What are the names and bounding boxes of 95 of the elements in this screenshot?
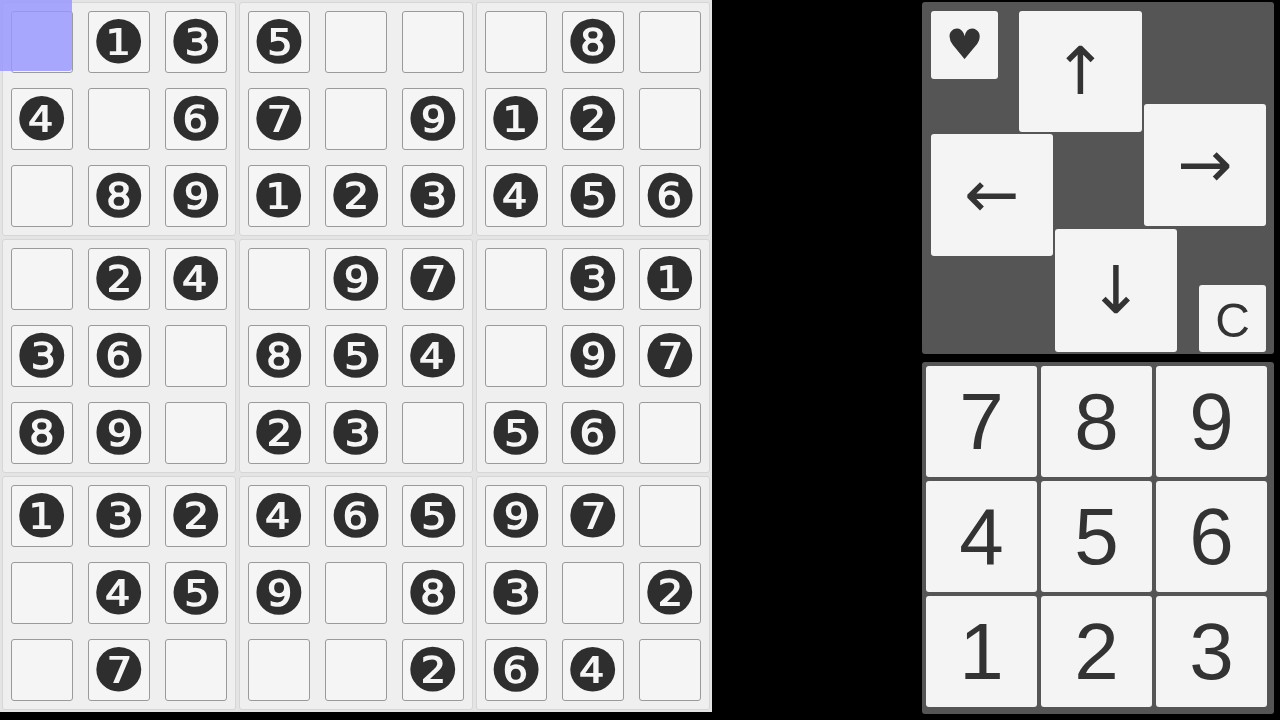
digit-key[interactable]: 9 xyxy=(1156,366,1267,477)
sudoku-cell[interactable]: ❽ xyxy=(88,165,150,227)
sudoku-cell[interactable] xyxy=(325,562,387,624)
sudoku-cell[interactable]: ❾ xyxy=(88,402,150,464)
sudoku-cell[interactable] xyxy=(165,639,227,701)
sudoku-cell[interactable] xyxy=(639,639,701,701)
sudoku-cell[interactable]: ❸ xyxy=(402,165,464,227)
sudoku-cell[interactable]: ❹ xyxy=(11,88,73,150)
sudoku-cell[interactable]: ❷ xyxy=(165,485,227,547)
left-arrow-key[interactable]: ← xyxy=(931,134,1053,256)
digit-key[interactable]: 7 xyxy=(926,366,1037,477)
sudoku-cell[interactable]: ❸ xyxy=(88,485,150,547)
sudoku-cell[interactable]: ❷ xyxy=(402,639,464,701)
sudoku-cell[interactable]: ❼ xyxy=(562,485,624,547)
sudoku-cell[interactable]: ❹ xyxy=(485,165,547,227)
digit-key[interactable]: 6 xyxy=(1156,481,1267,592)
sudoku-cell[interactable]: ❺ xyxy=(325,325,387,387)
c-key[interactable]: C xyxy=(1199,285,1266,352)
sudoku-cell[interactable]: ❹ xyxy=(248,485,310,547)
sudoku-cell[interactable] xyxy=(11,248,73,310)
down-arrow-key[interactable]: ↓ xyxy=(1055,229,1177,352)
sudoku-cell[interactable]: ❶ xyxy=(88,11,150,73)
sudoku-cell[interactable]: ❻ xyxy=(562,402,624,464)
sudoku-cell[interactable] xyxy=(165,325,227,387)
sudoku-cell[interactable]: ❶ xyxy=(248,165,310,227)
sudoku-cell[interactable] xyxy=(248,248,310,310)
sudoku-cell[interactable] xyxy=(165,402,227,464)
sudoku-cell[interactable]: ❻ xyxy=(325,485,387,547)
sudoku-cell[interactable]: ❶ xyxy=(639,248,701,310)
sudoku-cell[interactable]: ❽ xyxy=(248,325,310,387)
digit-key[interactable]: 8 xyxy=(1041,366,1152,477)
sudoku-cell[interactable]: ❷ xyxy=(325,165,387,227)
sudoku-cell[interactable]: ❽ xyxy=(562,11,624,73)
sudoku-cell[interactable] xyxy=(11,639,73,701)
sudoku-cell[interactable]: ❽ xyxy=(11,402,73,464)
sudoku-cell[interactable]: ❷ xyxy=(639,562,701,624)
sudoku-cell[interactable] xyxy=(248,639,310,701)
sudoku-cell[interactable] xyxy=(325,88,387,150)
sudoku-cell[interactable] xyxy=(402,402,464,464)
sudoku-cell[interactable]: ❹ xyxy=(165,248,227,310)
sudoku-cell[interactable] xyxy=(639,402,701,464)
sudoku-cell[interactable] xyxy=(639,485,701,547)
sudoku-cell[interactable]: ❻ xyxy=(88,325,150,387)
sudoku-cell[interactable]: ❺ xyxy=(402,485,464,547)
digit-key[interactable]: 2 xyxy=(1041,596,1152,707)
sudoku-cell[interactable]: ❶ xyxy=(11,485,73,547)
sudoku-cell[interactable]: ❹ xyxy=(88,562,150,624)
sudoku-cell[interactable]: ❸ xyxy=(485,562,547,624)
sudoku-cell[interactable] xyxy=(485,325,547,387)
digit-key[interactable]: 4 xyxy=(926,481,1037,592)
sudoku-cell[interactable]: ❹ xyxy=(402,325,464,387)
sudoku-cell[interactable]: ❾ xyxy=(485,485,547,547)
sudoku-cell[interactable]: ❷ xyxy=(248,402,310,464)
sudoku-cell[interactable]: ❻ xyxy=(485,639,547,701)
sudoku-cell[interactable] xyxy=(325,639,387,701)
sudoku-cell[interactable]: ❾ xyxy=(562,325,624,387)
sudoku-cell[interactable]: ❻ xyxy=(165,88,227,150)
sudoku-cell[interactable] xyxy=(402,11,464,73)
sudoku-cell[interactable]: ❸ xyxy=(11,325,73,387)
sudoku-cell[interactable]: ❸ xyxy=(165,11,227,73)
sudoku-cell[interactable]: ❼ xyxy=(88,639,150,701)
sudoku-cell[interactable]: ❽ xyxy=(402,562,464,624)
sudoku-cell[interactable]: ❷ xyxy=(88,248,150,310)
sudoku-cell[interactable]: ❻ xyxy=(639,165,701,227)
sudoku-cell[interactable] xyxy=(485,11,547,73)
right-arrow-key[interactable]: → xyxy=(1144,104,1266,226)
sudoku-cell[interactable]: ❺ xyxy=(562,165,624,227)
sudoku-cell[interactable]: ❾ xyxy=(402,88,464,150)
sudoku-cell[interactable] xyxy=(11,165,73,227)
sudoku-cell[interactable]: ❷ xyxy=(562,88,624,150)
sudoku-cell[interactable]: ❼ xyxy=(402,248,464,310)
sudoku-cell[interactable]: ❾ xyxy=(248,562,310,624)
sudoku-cell[interactable]: ❹ xyxy=(562,639,624,701)
sudoku-cell[interactable]: ❺ xyxy=(248,11,310,73)
digit-key[interactable]: 5 xyxy=(1041,481,1152,592)
sudoku-cell[interactable] xyxy=(639,88,701,150)
sudoku-cell[interactable]: ❺ xyxy=(485,402,547,464)
sudoku-cell[interactable]: ❸ xyxy=(325,402,387,464)
sudoku-cell[interactable]: ❶ xyxy=(485,88,547,150)
sudoku-cell[interactable]: ❾ xyxy=(325,248,387,310)
sudoku-cell[interactable] xyxy=(325,11,387,73)
sudoku-cell[interactable]: ❸ xyxy=(562,248,624,310)
digit-key[interactable]: 1 xyxy=(926,596,1037,707)
sudoku-cell[interactable] xyxy=(562,562,624,624)
sudoku-cell[interactable]: ❺ xyxy=(165,562,227,624)
sudoku-cell[interactable] xyxy=(11,562,73,624)
sudoku-cell[interactable]: ❼ xyxy=(639,325,701,387)
digit-key[interactable]: 3 xyxy=(1156,596,1267,707)
sudoku-cell[interactable] xyxy=(88,88,150,150)
sudoku-cell[interactable]: ❼ xyxy=(248,88,310,150)
sudoku-cell[interactable]: ❾ xyxy=(165,165,227,227)
sudoku-cell[interactable] xyxy=(485,248,547,310)
sudoku-cell[interactable] xyxy=(639,11,701,73)
heart-key[interactable]: ♥ xyxy=(931,11,998,79)
up-arrow-key[interactable]: ↑ xyxy=(1019,11,1142,132)
